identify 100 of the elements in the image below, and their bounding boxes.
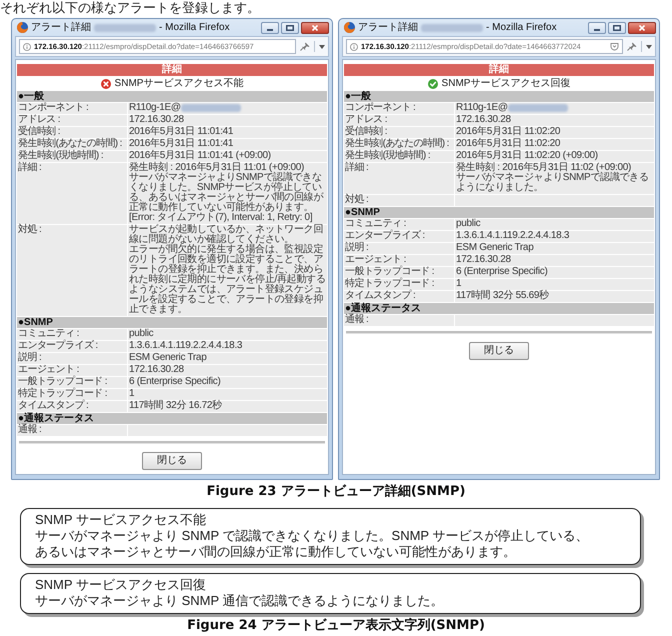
field-label: 発生時刻(現地時間) :	[344, 151, 454, 162]
field-label: 特定トラップコード :	[344, 279, 454, 290]
field-value: ESM Generic Trap	[455, 243, 654, 254]
shield-icon[interactable]	[610, 42, 619, 51]
detail-heading: 詳細	[344, 64, 654, 76]
field-label: タイムスタンプ :	[344, 291, 454, 302]
field-value: 6 (Enterprise Specific)	[455, 267, 654, 278]
close-dialog-button[interactable]: 閉じる	[469, 342, 529, 360]
minimize-button[interactable]	[588, 22, 606, 34]
close-icon	[311, 24, 319, 30]
close-dialog-button[interactable]: 閉じる	[142, 452, 202, 470]
field-label: アドレス :	[17, 115, 127, 126]
field-label: コミュニティ :	[17, 329, 127, 340]
field-label: タイムスタンプ :	[17, 401, 127, 412]
figure-caption: Figure 23 アラートビューア詳細(SNMP)	[206, 484, 466, 500]
field-label: コンポーネント :	[17, 103, 127, 114]
window-title: アラート詳細	[358, 22, 418, 34]
field-label: アドレス :	[344, 115, 454, 126]
field-label: 通報 :	[344, 315, 454, 326]
caret-icon[interactable]	[319, 44, 325, 48]
section-header: ●一般	[17, 91, 327, 102]
field-label: 通報 :	[17, 425, 127, 436]
maximize-icon	[286, 24, 294, 30]
message-text: サーバがマネージャより SNMP 通信で認識できるようになりました。	[35, 593, 445, 609]
window-title: アラート詳細	[31, 22, 91, 34]
section-header: ●SNMP	[344, 207, 654, 218]
field-label: 説明 :	[17, 353, 127, 364]
status-text: SNMPサービスアクセス回復	[442, 78, 570, 90]
field-value: 2016年5月31日 11:01:41	[128, 127, 327, 138]
field-label: 詳細 :	[17, 163, 127, 224]
section-header: ●一般	[344, 91, 654, 102]
field-label: エージェント :	[344, 255, 454, 266]
maximize-button[interactable]	[281, 22, 299, 34]
field-value: 1.3.6.1.4.1.119.2.2.4.4.18.3	[455, 231, 654, 242]
section-header: ●通報ステータス	[17, 413, 327, 424]
section-header: ●SNMP	[17, 317, 327, 328]
field-value: public	[455, 219, 654, 230]
field-label: 一般トラップコード :	[17, 377, 127, 388]
field-value: 1	[455, 279, 654, 290]
field-value: 2016年5月31日 11:01:41 (+09:00)	[128, 151, 327, 162]
message-title: SNMP サービスアクセス不能	[35, 512, 207, 528]
field-value: 117時間 32分 16.72秒	[128, 401, 327, 412]
section-header: ●通報ステータス	[344, 303, 654, 314]
field-label: 対処 :	[17, 225, 127, 316]
detail-heading: 詳細	[17, 64, 327, 76]
browser-logo-icon	[344, 22, 355, 33]
field-value: 172.16.30.28	[128, 115, 327, 126]
field-value: 2016年5月31日 11:01:41	[128, 139, 327, 150]
field-label: エンタープライズ :	[344, 231, 454, 242]
field-label: エンタープライズ :	[17, 341, 127, 352]
field-label: コミュニティ :	[344, 219, 454, 230]
field-value: 172.16.30.28	[455, 255, 654, 266]
info-icon	[23, 42, 31, 50]
field-value: 1.3.6.1.4.1.119.2.2.4.4.18.3	[128, 341, 327, 352]
intro-text: それぞれ以下の様なアラートを登録します。	[0, 0, 261, 16]
browser-logo-icon	[17, 22, 28, 33]
field-label: 受信時刻 :	[17, 127, 127, 138]
field-label: 対処 :	[344, 195, 454, 206]
field-label: 受信時刻 :	[344, 127, 454, 138]
caret-icon[interactable]	[646, 44, 652, 48]
minimize-button[interactable]	[261, 22, 279, 34]
field-label: 発生時刻(あなたの時間) :	[17, 139, 127, 150]
field-value: 2016年5月31日 11:02:20	[455, 127, 654, 138]
field-label: 特定トラップコード :	[17, 389, 127, 400]
pin-icon[interactable]	[300, 42, 310, 51]
field-label: 発生時刻(現地時間) :	[17, 151, 127, 162]
pin-icon[interactable]	[627, 42, 637, 51]
field-value: public	[128, 329, 327, 340]
message-title: SNMP サービスアクセス回復	[35, 577, 207, 593]
maximize-icon	[613, 24, 621, 30]
window-title-suffix: - Mozilla Firefox	[159, 22, 230, 34]
field-value: R110g-1E@	[456, 103, 508, 113]
field-value: 6 (Enterprise Specific)	[128, 377, 327, 388]
field-value: 1	[128, 389, 327, 400]
field-label: コンポーネント :	[344, 103, 454, 114]
check-icon	[428, 78, 438, 88]
field-value: サービスが起動しているか、ネットワーク回線に問題がないか確認してください。 エラーが間欠的に発生する場合は、監視設定のリトライ回数を適切に設定することで、アラートの登録を抑止できます。また、決められた時刻に定期的にサーバを停止/再起動するようなシステムでは、アラート登録スケジュールを設定することで、アラートの登録を抑止できます。	[128, 225, 327, 316]
field-label: 発生時刻(あなたの時間) :	[344, 139, 454, 150]
error-icon	[100, 78, 111, 88]
field-label: 一般トラップコード :	[344, 267, 454, 278]
info-icon	[350, 42, 358, 50]
field-value: 発生時刻 : 2016年5月31日 11:01 (+09:00) サーバがマネージャよりSNMPで認識できなくなりました。SNMPサービスが停止している、あるいはマネージャとサーバ間の回線が正常に動作していない可能性があります。[Error: タイムアウト(7), Interval: 1, Retry: 0]	[128, 163, 327, 224]
maximize-button[interactable]	[608, 22, 626, 34]
window-close-button[interactable]	[301, 22, 329, 34]
message-text: サーバがマネージャより SNMP で認識できなくなりました。SNMP サービスが停止している、 あるいはマネージャとサーバ間の回線が正常に動作していない可能性があります。	[35, 528, 590, 560]
field-label: エージェント :	[17, 365, 127, 376]
field-value: 172.16.30.28	[128, 365, 327, 376]
window-title-suffix: - Mozilla Firefox	[486, 22, 557, 34]
window-close-button[interactable]	[628, 22, 656, 34]
close-icon	[638, 24, 646, 30]
field-value: ESM Generic Trap	[128, 353, 327, 364]
field-label: 詳細 :	[344, 163, 454, 194]
status-text: SNMPサービスアクセス不能	[114, 78, 244, 90]
field-value: 2016年5月31日 11:02:20 (+09:00)	[455, 151, 654, 162]
field-value: 117時間 32分 55.69秒	[455, 291, 654, 302]
field-value: 発生時刻 : 2016年5月31日 11:02 (+09:00) サーバがマネージャよりSNMPで認識できるようになりました。	[455, 163, 654, 194]
figure-caption: Figure 24 アラートビューア表示文字列(SNMP)	[186, 618, 486, 634]
field-value: 172.16.30.28	[455, 115, 654, 126]
field-value: 2016年5月31日 11:02:20	[455, 139, 654, 150]
field-label: 説明 :	[344, 243, 454, 254]
